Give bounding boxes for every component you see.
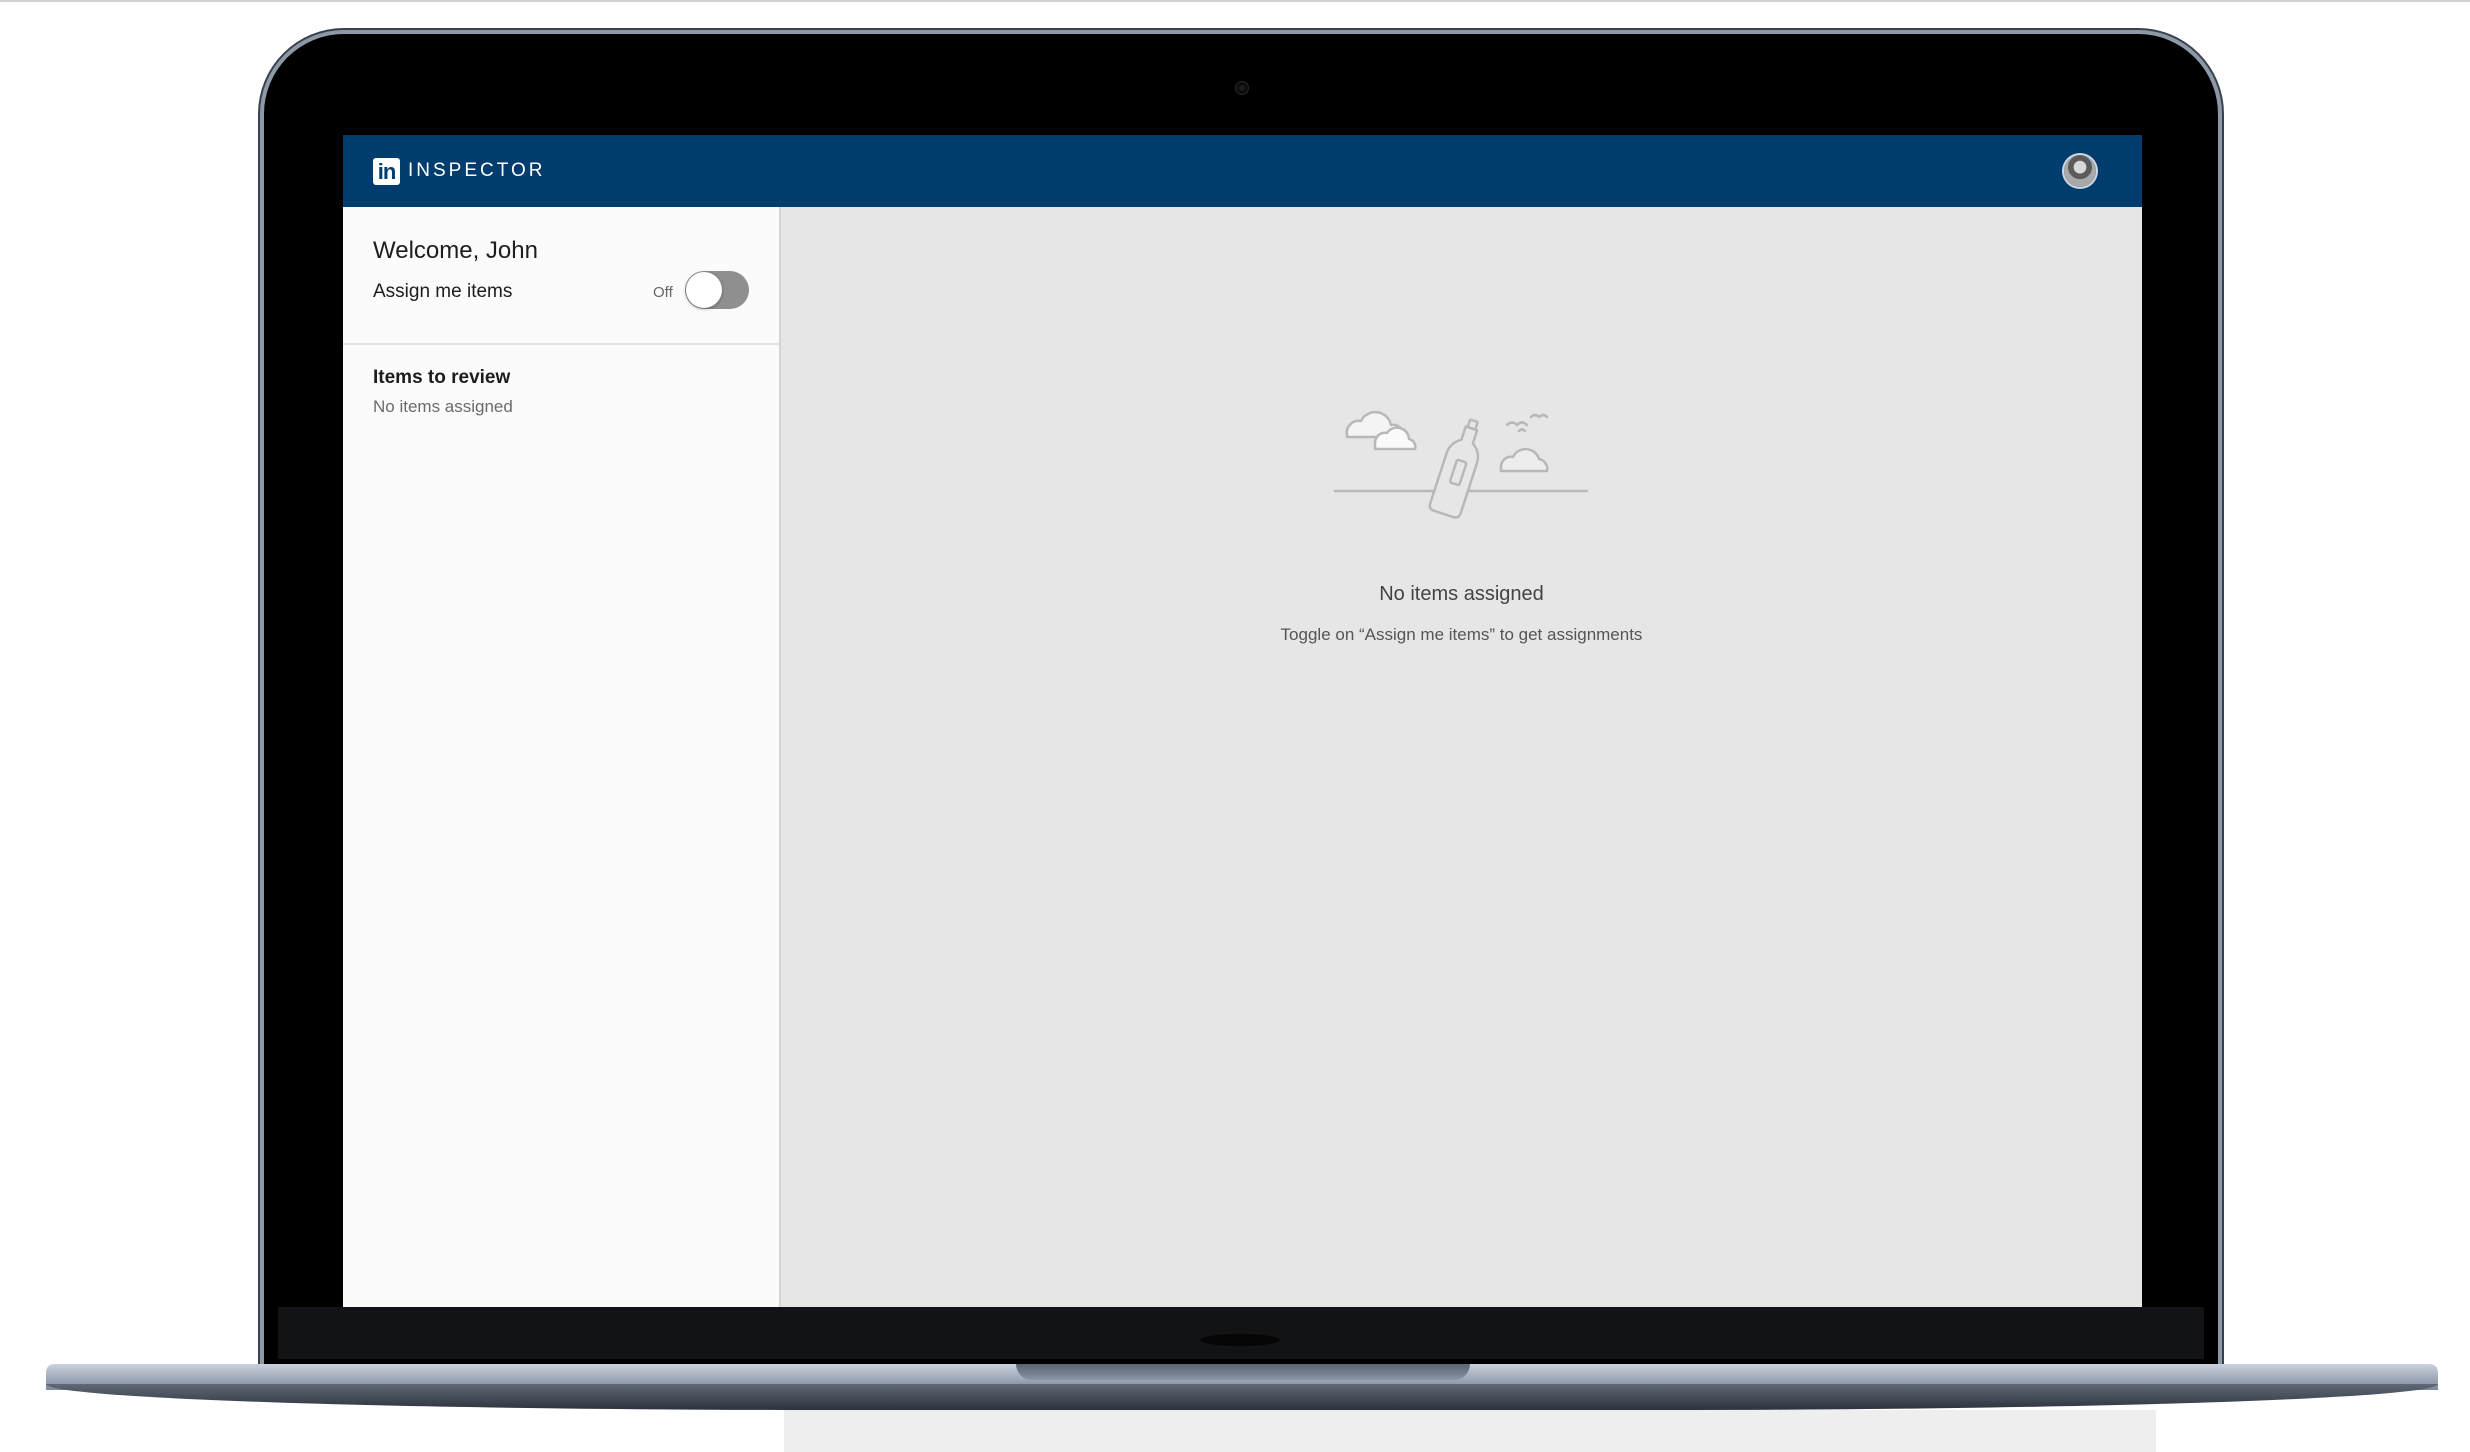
top-rule [0, 0, 2470, 2]
laptop-hinge-notch [1016, 1364, 1470, 1380]
laptop-shadow [784, 1410, 2156, 1452]
toggle-knob [686, 272, 722, 308]
app-screen: in INSPECTOR Welcome, John Assign me ite… [343, 135, 2142, 1307]
user-avatar-icon[interactable] [2064, 155, 2096, 187]
laptop-bezel-bottom [278, 1307, 2204, 1359]
toggle-state-label: Off [653, 284, 673, 301]
welcome-heading: Welcome, John [373, 237, 538, 264]
main-content: No items assigned Toggle on “Assign me i… [781, 207, 2142, 1307]
empty-state-title: No items assigned [1379, 583, 1544, 605]
sidebar: Welcome, John Assign me items Off Items … [343, 207, 781, 1307]
items-to-review-status: No items assigned [373, 397, 513, 416]
bottle-in-sea-illustration [1333, 410, 1589, 519]
assign-me-items-label: Assign me items [373, 281, 513, 302]
assign-me-items-toggle[interactable] [685, 271, 749, 309]
camera-icon [1236, 82, 1248, 94]
empty-state-message: Toggle on “Assign me items” to get assig… [1280, 625, 1643, 644]
items-to-review-title: Items to review [373, 367, 511, 388]
sidebar-divider [343, 343, 779, 345]
brand[interactable]: in INSPECTOR [373, 157, 546, 185]
laptop-lid-slot [1200, 1334, 1280, 1346]
top-navbar: in INSPECTOR [343, 135, 2142, 207]
laptop-base-lower [46, 1384, 2438, 1410]
stage: in INSPECTOR Welcome, John Assign me ite… [0, 0, 2470, 1452]
linkedin-logo-icon: in [373, 157, 400, 185]
app-name: INSPECTOR [408, 160, 546, 181]
